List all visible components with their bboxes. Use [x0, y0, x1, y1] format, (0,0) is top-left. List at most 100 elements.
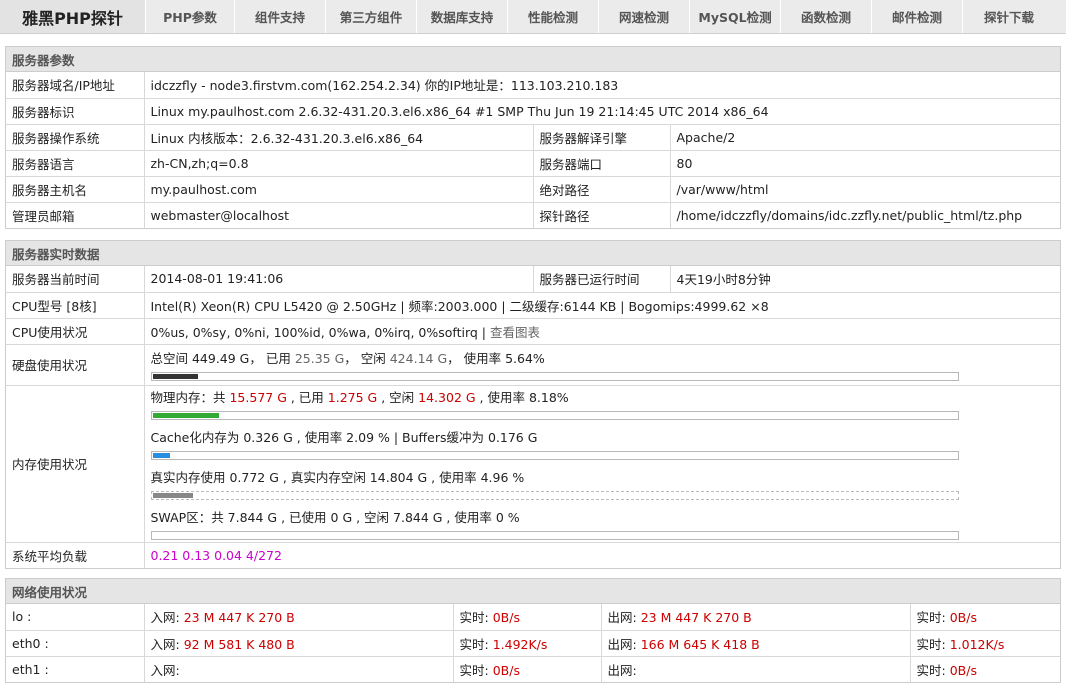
top-nav: 雅黑PHP探针 PHP参数 组件支持 第三方组件 数据库支持 性能检测 网速检测…	[0, 0, 1066, 34]
out-label: 出网:	[607, 636, 637, 652]
disk-rate: ， 使用率 5.64%	[447, 351, 545, 366]
disk-total-text: 总空间 449.49 G， 已用	[150, 351, 295, 366]
server-time: 2014-08-01 19:41:06	[144, 266, 534, 293]
mem-cache-bar	[150, 450, 959, 460]
cell-label: 系统平均负载	[6, 542, 145, 568]
cell-value: /home/idczzfly/domains/idc.zzfly.net/pub…	[676, 207, 1023, 223]
mem-real-text: 真实内存使用 0.772 G , 真实内存空闲 14.804 G , 使用率 4…	[150, 469, 525, 485]
nav-functions[interactable]: 函数检测	[781, 0, 872, 33]
disk-progress-fill	[152, 374, 198, 379]
nav-mysql[interactable]: MySQL检测	[690, 0, 781, 33]
rt-label: 实时:	[916, 662, 946, 678]
out-label: 出网:	[607, 610, 637, 626]
cell-label: CPU型号 [8核]	[6, 292, 145, 319]
cell-label: 服务器已运行时间	[533, 266, 671, 293]
view-chart-link[interactable]: 查看图表	[490, 325, 540, 340]
rt-value: 0B/s	[949, 610, 977, 626]
in-value: 92 M 581 K 480 B	[183, 636, 295, 652]
rt-value: 0B/s	[949, 662, 977, 678]
mem-cache: Cache化内存为 0.326 G , 使用率 2.09 % | Buffers…	[150, 422, 1055, 462]
table-row: eth0 : 入网: 92 M 581 K 480 B 实时: 1.492K/s…	[6, 630, 1060, 657]
mem-total: 15.577 G	[229, 389, 287, 405]
net-out: 出网: 166 M 645 K 418 B	[601, 630, 911, 657]
nav-download[interactable]: 探针下载	[963, 0, 1055, 33]
cell-label: 管理员邮箱	[6, 202, 145, 228]
nav-performance[interactable]: 性能检测	[508, 0, 599, 33]
cell-value: Linux 内核版本：2.6.32-431.20.3.el6.x86_64	[144, 124, 534, 151]
net-out-rate: 实时: 0B/s	[910, 604, 1060, 631]
net-out: 出网:	[601, 656, 911, 682]
cell-value: Apache/2	[670, 124, 1060, 151]
table-row: 服务器当前时间 2014-08-01 19:41:06 服务器已运行时间 4天1…	[6, 266, 1060, 293]
cell-label: 服务器语言	[6, 150, 145, 177]
net-out: 出网: 23 M 447 K 270 B	[601, 604, 911, 631]
mem-physical-bar	[150, 410, 959, 420]
nav-php-params[interactable]: PHP参数	[146, 0, 235, 33]
in-value: 23 M 447 K 270 B	[183, 610, 295, 626]
mem-swap-bar	[150, 530, 959, 540]
table-row: CPU型号 [8核] Intel(R) Xeon(R) CPU L5420 @ …	[6, 292, 1060, 319]
rt-label: 实时:	[459, 610, 489, 626]
nav-components[interactable]: 组件支持	[235, 0, 326, 33]
mem-physical-text: 物理内存：共 15.577 G , 已用 1.275 G , 空闲 14.302…	[151, 389, 1055, 407]
mem-real-fill	[152, 492, 193, 498]
cell-label: CPU使用状况	[6, 318, 145, 345]
mem-text: , 使用率 8.18%	[475, 389, 569, 405]
cell-value: 80	[670, 150, 1060, 177]
in-label: 入网:	[150, 636, 180, 652]
nav-third-party[interactable]: 第三方组件	[326, 0, 417, 33]
nav-network-speed[interactable]: 网速检测	[599, 0, 690, 33]
cell-value: idczzfly - node3.firstvm.com(162.254.2.3…	[144, 72, 1060, 99]
mem-real: 真实内存使用 0.772 G , 真实内存空闲 14.804 G , 使用率 4…	[150, 462, 1055, 502]
disk-progress-bar	[150, 372, 959, 381]
brand-title[interactable]: 雅黑PHP探针	[0, 0, 146, 33]
rt-value: 0B/s	[492, 610, 520, 626]
out-label: 出网:	[607, 662, 637, 678]
table-row: 服务器域名/IP地址 idczzfly - node3.firstvm.com(…	[6, 72, 1060, 99]
nav-database[interactable]: 数据库支持	[417, 0, 508, 33]
net-in-rate: 实时: 1.492K/s	[453, 630, 602, 657]
cell-label: 服务器当前时间	[6, 266, 145, 293]
rt-value: 0B/s	[492, 662, 520, 678]
cell-label: 服务器域名/IP地址	[6, 72, 145, 99]
realtime-section: 服务器实时数据 服务器当前时间 2014-08-01 19:41:06 服务器已…	[5, 240, 1061, 569]
mem-free: 14.302 G	[418, 389, 476, 405]
cell-label: 服务器解译引擎	[533, 124, 671, 151]
net-out-rate: 实时: 0B/s	[910, 656, 1060, 682]
mem-text: , 已用	[286, 389, 328, 405]
iface-name: eth0 :	[6, 630, 145, 657]
out-value: 23 M 447 K 270 B	[640, 610, 752, 626]
mem-cache-text: Cache化内存为 0.326 G , 使用率 2.09 % | Buffers…	[150, 429, 538, 445]
cell-value: /var/www/html	[670, 176, 1060, 203]
cell-value: Linux my.paulhost.com 2.6.32-431.20.3.el…	[144, 98, 1060, 125]
load-average: 0.21 0.13 0.04 4/272	[150, 547, 282, 563]
table-row: 服务器操作系统 Linux 内核版本：2.6.32-431.20.3.el6.x…	[6, 124, 1060, 151]
section-title: 服务器参数	[6, 47, 1060, 72]
mem-physical: 物理内存：共 15.577 G , 已用 1.275 G , 空闲 14.302…	[150, 386, 1055, 422]
cell-value: zh-CN,zh;q=0.8	[144, 150, 534, 177]
mem-swap: SWAP区：共 7.844 G , 已使用 0 G , 空闲 7.844 G ,…	[150, 502, 1055, 542]
nav-mail[interactable]: 邮件检测	[872, 0, 963, 33]
server-params-table: 服务器域名/IP地址 idczzfly - node3.firstvm.com(…	[6, 72, 1060, 228]
cell-label: 服务器操作系统	[6, 124, 145, 151]
table-row: eth1 : 入网: 实时: 0B/s 出网: 实时: 0B/s	[6, 656, 1060, 682]
mem-text: 物理内存：共	[150, 389, 230, 405]
net-in: 入网: 23 M 447 K 270 B	[144, 604, 454, 631]
cell-label: 探针路径	[533, 202, 671, 228]
table-row: 服务器标识 Linux my.paulhost.com 2.6.32-431.2…	[6, 98, 1060, 125]
out-value: 166 M 645 K 418 B	[640, 636, 760, 652]
cell-value: webmaster@localhost	[144, 202, 534, 228]
net-in: 入网: 92 M 581 K 480 B	[144, 630, 454, 657]
in-label: 入网:	[150, 662, 180, 678]
rt-label: 实时:	[916, 610, 946, 626]
rt-value: 1.012K/s	[949, 636, 1005, 652]
disk-free: 424.14 G	[389, 351, 448, 366]
cell-label: 服务器主机名	[6, 176, 145, 203]
mem-cache-fill	[152, 452, 170, 458]
cpu-model: Intel(R) Xeon(R) CPU L5420 @ 2.50GHz | 频…	[144, 292, 1060, 319]
cell-label: 内存使用状况	[6, 385, 145, 543]
server-uptime: 4天19小时8分钟	[670, 266, 1060, 293]
server-params-section: 服务器参数 服务器域名/IP地址 idczzfly - node3.firstv…	[5, 46, 1061, 229]
section-title: 网络使用状况	[6, 579, 1060, 604]
table-row: lo : 入网: 23 M 447 K 270 B 实时: 0B/s 出网: 2…	[6, 604, 1060, 631]
